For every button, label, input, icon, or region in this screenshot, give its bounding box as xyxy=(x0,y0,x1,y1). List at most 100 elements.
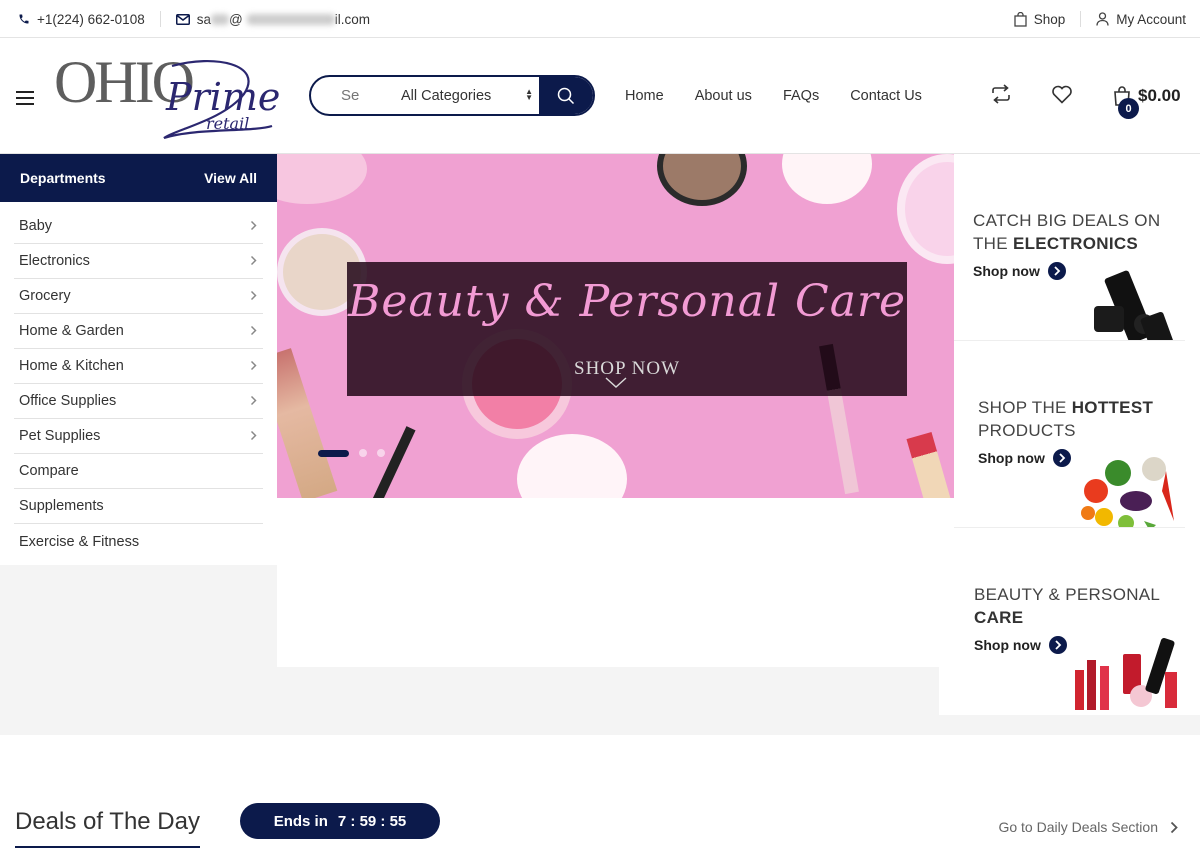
search-input[interactable] xyxy=(311,87,381,104)
select-caret-icon: ▲ ▼ xyxy=(525,87,533,102)
department-label: Home & Garden xyxy=(19,323,124,339)
department-label: Compare xyxy=(19,463,79,479)
department-label: Exercise & Fitness xyxy=(19,533,140,550)
promo-line: THE xyxy=(973,234,1013,253)
blush-compact-image xyxy=(897,154,954,264)
phone-mount-image xyxy=(1094,270,1176,340)
department-item[interactable]: Home & Garden xyxy=(14,314,263,349)
cart-total[interactable]: $0.00 xyxy=(1138,86,1181,106)
department-item[interactable]: Compare xyxy=(14,454,263,489)
lipsticks-image xyxy=(1075,637,1177,710)
shopping-bag-icon xyxy=(1014,11,1027,27)
shop-now-label: Shop now xyxy=(974,637,1041,653)
department-label: Pet Supplies xyxy=(19,428,101,444)
slider-pagination xyxy=(318,449,385,457)
daily-deals-link[interactable]: Go to Daily Deals Section xyxy=(998,819,1178,835)
arrow-right-icon xyxy=(1052,449,1071,467)
promo-shop-now-button[interactable]: Shop now xyxy=(973,262,1066,280)
nav-home[interactable]: Home xyxy=(625,88,664,104)
chevron-right-icon xyxy=(250,359,257,374)
promo-line: SHOP THE xyxy=(978,398,1072,417)
hero-shop-now-button[interactable]: SHOP NOW xyxy=(347,358,907,380)
promo-electronics[interactable]: CATCH BIG DEALS ON THE ELECTRONICS Shop … xyxy=(954,154,1185,341)
promo-text: BEAUTY & PERSONAL CARE xyxy=(974,583,1160,629)
department-item[interactable]: Supplements xyxy=(14,489,263,524)
promo-line: PRODUCTS xyxy=(978,421,1076,440)
promo-line: CATCH BIG DEALS ON xyxy=(973,211,1161,230)
divider xyxy=(1080,11,1082,27)
arrow-right-icon xyxy=(1047,262,1066,280)
promo-text: CATCH BIG DEALS ON THE ELECTRONICS xyxy=(973,209,1160,255)
daily-deals-link-label: Go to Daily Deals Section xyxy=(998,819,1158,835)
search-bar: All Categories ▲▼ xyxy=(309,75,595,116)
promo-line: BEAUTY & PERSONAL xyxy=(974,585,1161,604)
shop-now-label: Shop now xyxy=(978,450,1045,466)
slider-dot-active[interactable] xyxy=(318,449,349,457)
search-icon xyxy=(557,87,575,105)
departments-list: Baby Electronics Grocery Home & Garden Home … xyxy=(0,202,277,565)
email-address: sa @ il.com xyxy=(197,12,370,27)
eyeshadow-image xyxy=(657,154,747,206)
phone-contact[interactable]: +1(224) 662-0108 xyxy=(18,12,145,27)
site-logo[interactable]: OHIO Prime retail xyxy=(54,52,280,142)
phone-number: +1(224) 662-0108 xyxy=(37,11,145,27)
chevron-right-icon xyxy=(250,254,257,269)
department-item[interactable]: Baby xyxy=(14,209,263,244)
promo-hottest-products[interactable]: SHOP THE HOTTEST PRODUCTS Shop now xyxy=(954,341,1185,528)
envelope-icon xyxy=(175,13,190,25)
powder-puff-image xyxy=(517,434,627,498)
chevron-right-icon xyxy=(1170,821,1178,834)
arrow-right-icon xyxy=(1048,636,1067,654)
cart-count-badge: 0 xyxy=(1118,98,1139,119)
phone-icon xyxy=(18,13,30,25)
department-item[interactable]: Home & Kitchen xyxy=(14,349,263,384)
countdown-timer: Ends in 7 : 59 : 55 xyxy=(240,803,440,839)
department-label: Grocery xyxy=(19,288,71,304)
redacted-text xyxy=(246,14,335,26)
view-all-link[interactable]: View All xyxy=(204,170,257,186)
slider-dot[interactable] xyxy=(359,449,367,457)
email-end: il.com xyxy=(334,11,370,27)
background-panel xyxy=(277,667,939,735)
my-account-link[interactable]: My Account xyxy=(1096,12,1186,27)
department-item[interactable]: Office Supplies xyxy=(14,384,263,419)
shop-link[interactable]: Shop xyxy=(1014,11,1066,27)
email-contact[interactable]: sa @ il.com xyxy=(175,12,370,27)
divider xyxy=(159,11,161,27)
promo-shop-now-button[interactable]: Shop now xyxy=(974,636,1067,654)
chevron-right-icon xyxy=(250,289,257,304)
powder-puff-image xyxy=(782,154,872,204)
top-bar: +1(224) 662-0108 sa @ il.com Shop My Accou… xyxy=(0,0,1200,38)
slider-dot[interactable] xyxy=(377,449,385,457)
compare-icon[interactable] xyxy=(990,84,1012,109)
departments-title: Departments xyxy=(20,170,106,186)
main-nav: Home About us FAQs Contact Us xyxy=(625,38,953,154)
department-label: Electronics xyxy=(19,253,90,269)
category-select[interactable]: All Categories ▲ ▼ xyxy=(401,77,541,114)
promo-shop-now-button[interactable]: Shop now xyxy=(978,449,1071,467)
hero-title: Beauty & Personal Care xyxy=(348,276,906,327)
category-select-value: All Categories xyxy=(401,87,492,104)
department-item[interactable]: Exercise & Fitness xyxy=(14,524,263,559)
department-item[interactable]: Pet Supplies xyxy=(14,419,263,454)
search-button[interactable] xyxy=(539,77,593,114)
shop-label: Shop xyxy=(1033,11,1066,27)
hero-slider[interactable]: Beauty & Personal Care SHOP NOW xyxy=(277,154,954,498)
nav-about-us[interactable]: About us xyxy=(695,88,752,104)
mascara-image xyxy=(368,426,416,498)
email-at: @ xyxy=(228,11,243,27)
chevron-right-icon xyxy=(250,429,257,444)
account-label: My Account xyxy=(1116,11,1186,27)
redacted-text xyxy=(210,14,229,26)
menu-toggle-icon[interactable] xyxy=(16,91,34,105)
shop-now-label: Shop now xyxy=(973,263,1040,279)
nav-contact-us[interactable]: Contact Us xyxy=(850,88,922,104)
department-item[interactable]: Grocery xyxy=(14,279,263,314)
promo-beauty-care[interactable]: BEAUTY & PERSONAL CARE Shop now xyxy=(939,528,1185,715)
wishlist-heart-icon[interactable] xyxy=(1051,84,1073,109)
lipstick-image xyxy=(277,348,338,498)
nav-faqs[interactable]: FAQs xyxy=(783,88,819,104)
chevron-down-icon xyxy=(605,376,627,394)
contact-info: +1(224) 662-0108 sa @ il.com xyxy=(18,0,370,38)
department-item[interactable]: Electronics xyxy=(14,244,263,279)
